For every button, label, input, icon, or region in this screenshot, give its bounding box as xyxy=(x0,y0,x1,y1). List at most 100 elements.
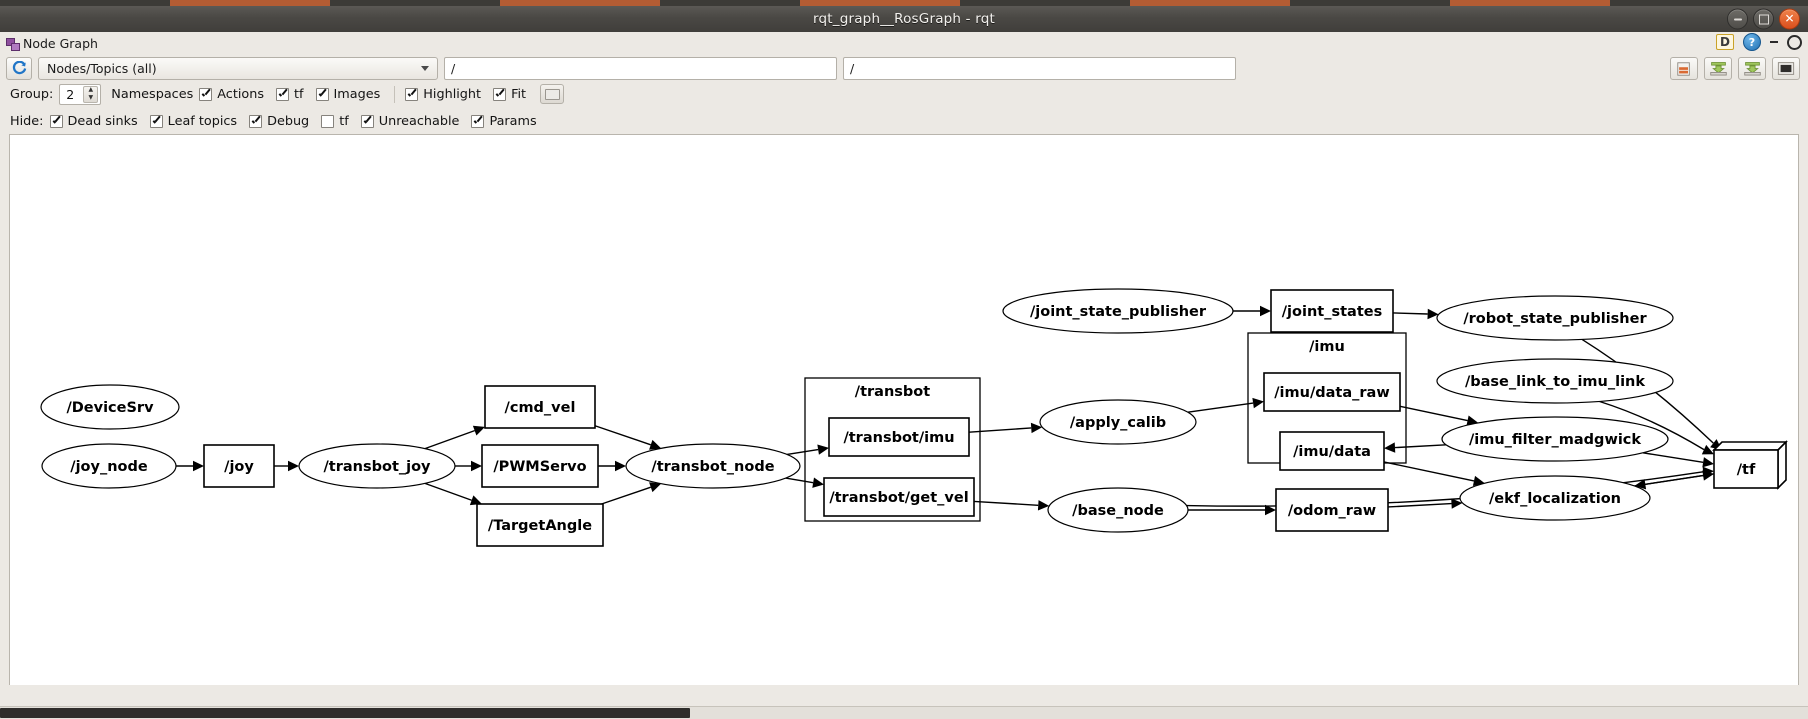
graph-edge-arrowhead xyxy=(615,460,626,472)
chevron-down-icon xyxy=(421,66,429,71)
tf-checkbox-label: tf xyxy=(294,86,304,102)
graph-node[interactable]: /joy_node xyxy=(41,443,177,489)
load-dot-button[interactable] xyxy=(1670,57,1698,80)
window-title: rqt_graph__RosGraph - rqt xyxy=(812,11,996,27)
status-area xyxy=(0,685,1808,707)
highlight-checkbox-label: Highlight xyxy=(423,86,482,102)
graph-node-label: /DeviceSrv xyxy=(66,400,154,416)
refresh-button[interactable] xyxy=(6,56,32,80)
cluster-label: /transbot xyxy=(855,384,930,400)
graph-node-label: /imu/data_raw xyxy=(1274,385,1389,401)
minimize-button[interactable] xyxy=(1727,8,1748,30)
dock-close-icon[interactable] xyxy=(1787,34,1802,50)
graph-edge-arrowhead xyxy=(817,444,829,455)
images-checkbox[interactable]: Images xyxy=(315,86,381,102)
graph-node[interactable]: /tf xyxy=(1712,440,1788,490)
tf-checkbox[interactable]: tf xyxy=(276,87,304,102)
graph-node[interactable]: /cmd_vel xyxy=(484,385,596,429)
filter-include-input[interactable]: / xyxy=(444,56,837,80)
graph-edge xyxy=(601,486,651,505)
hide-debug-checkbox[interactable]: Debug xyxy=(249,114,309,129)
checkbox-box xyxy=(49,114,63,128)
hide-params-checkbox[interactable]: Params xyxy=(471,113,537,129)
graph-node[interactable]: /apply_calib xyxy=(1039,399,1197,445)
graph-node[interactable]: /transbot/get_vel xyxy=(823,477,975,517)
graph-node[interactable]: /PWMServo xyxy=(481,444,599,488)
graph-node[interactable]: /joint_states xyxy=(1270,289,1394,333)
folder-open-icon xyxy=(1677,61,1690,76)
checkbox-box xyxy=(199,87,213,101)
hide-tf-checkbox[interactable]: tf xyxy=(321,114,349,129)
checkbox-box xyxy=(315,87,329,101)
graph-node[interactable]: /odom_raw xyxy=(1275,488,1389,532)
graph-node[interactable]: /DeviceSrv xyxy=(40,384,180,430)
graph-edge xyxy=(424,482,472,501)
graph-edge xyxy=(1387,502,1452,508)
fit-in-view-button[interactable] xyxy=(1772,57,1800,80)
graph-node[interactable]: /transbot_joy xyxy=(298,443,456,489)
graph-edge xyxy=(594,425,651,446)
graph-node[interactable]: /imu/data xyxy=(1279,431,1385,471)
checkbox-box xyxy=(360,114,374,128)
save-image-button[interactable] xyxy=(1738,57,1766,80)
actions-checkbox[interactable]: Actions xyxy=(199,87,264,102)
graph-node[interactable]: /robot_state_publisher xyxy=(1436,295,1674,341)
hide-unreachable-checkbox[interactable]: Unreachable xyxy=(360,113,460,129)
fit-checkbox[interactable]: Fit xyxy=(493,87,526,102)
images-checkbox-label: Images xyxy=(333,86,381,102)
graph-edge xyxy=(785,477,814,484)
screenshot-button[interactable] xyxy=(540,84,565,104)
graph-node[interactable]: /joy xyxy=(203,444,275,488)
horizontal-scrollbar[interactable] xyxy=(0,706,1808,719)
group-label: Group: xyxy=(10,86,54,102)
group-step-down[interactable]: ▼ xyxy=(84,94,97,102)
hide-debug-label: Debug xyxy=(267,113,310,129)
graph-node-label: /cmd_vel xyxy=(505,400,576,416)
highlight-checkbox[interactable]: Highlight xyxy=(405,87,481,102)
graph-node[interactable]: /ekf_localization xyxy=(1459,475,1651,521)
graph-edge-arrowhead xyxy=(1384,442,1396,453)
graph-edge-arrowhead xyxy=(471,460,482,472)
graph-node[interactable]: /transbot/imu xyxy=(828,417,970,457)
maximize-button[interactable] xyxy=(1753,8,1774,30)
graph-node[interactable]: /base_link_to_imu_link xyxy=(1436,358,1674,404)
rqt-graph-window: rqt_graph__RosGraph - rqt ✕ Node Graph D… xyxy=(0,0,1808,719)
graph-node-label: /imu_filter_madgwick xyxy=(1469,432,1641,448)
graph-canvas[interactable]: /transbot/imu /DeviceSrv/joy_node/joy/tr… xyxy=(9,134,1799,698)
group-spinbox[interactable]: 2 ▲ ▼ xyxy=(59,83,102,105)
scrollbar-thumb[interactable] xyxy=(0,708,690,718)
graph-node[interactable]: /imu_filter_madgwick xyxy=(1441,416,1669,462)
filter-exclude-input[interactable]: / xyxy=(843,56,1236,80)
toolbar-right-buttons xyxy=(1670,57,1800,80)
hide-params-label: Params xyxy=(489,113,537,129)
graph-node[interactable]: /transbot_node xyxy=(625,443,801,489)
graph-edge-arrowhead xyxy=(812,477,824,488)
graph-node-label: /odom_raw xyxy=(1288,503,1376,519)
ros-node-graph: /transbot/imu /DeviceSrv/joy_node/joy/tr… xyxy=(40,288,1788,547)
hide-dead-sinks-checkbox[interactable]: Dead sinks xyxy=(49,114,138,129)
group-stepper[interactable]: ▲ ▼ xyxy=(83,85,99,103)
graph-node[interactable]: /base_node xyxy=(1047,487,1189,533)
hide-leaf-topics-checkbox[interactable]: Leaf topics xyxy=(149,114,237,129)
group-step-up[interactable]: ▲ xyxy=(84,87,97,95)
dock-controls: D ? xyxy=(1716,33,1802,51)
graph-node[interactable]: /imu/data_raw xyxy=(1263,372,1401,412)
help-icon[interactable]: ? xyxy=(1743,33,1761,51)
actions-checkbox-label: Actions xyxy=(217,86,264,102)
graph-edge xyxy=(1392,312,1428,315)
node-graph-panel: Node Graph D ? Nodes/Topics (all) / / Gr… xyxy=(0,32,1808,719)
graph-type-combobox[interactable]: Nodes/Topics (all) xyxy=(38,56,438,80)
close-button[interactable]: ✕ xyxy=(1779,8,1800,30)
toolbar-row-options: Group: 2 ▲ ▼ Namespaces Actions tf Image… xyxy=(0,82,1808,106)
window-titlebar: rqt_graph__RosGraph - rqt ✕ xyxy=(0,6,1808,33)
toolbar-separator xyxy=(394,85,396,103)
save-dot-button[interactable] xyxy=(1704,57,1732,80)
graph-node-label: /base_node xyxy=(1072,503,1164,519)
graph-node[interactable]: /TargetAngle xyxy=(476,503,604,547)
graph-edge xyxy=(1187,402,1254,413)
graph-edge-arrowhead xyxy=(1260,305,1271,317)
hide-unreachable-label: Unreachable xyxy=(378,113,460,129)
group-value: 2 xyxy=(66,86,75,102)
float-icon[interactable] xyxy=(1770,41,1778,43)
graph-node[interactable]: /joint_state_publisher xyxy=(1002,288,1234,334)
